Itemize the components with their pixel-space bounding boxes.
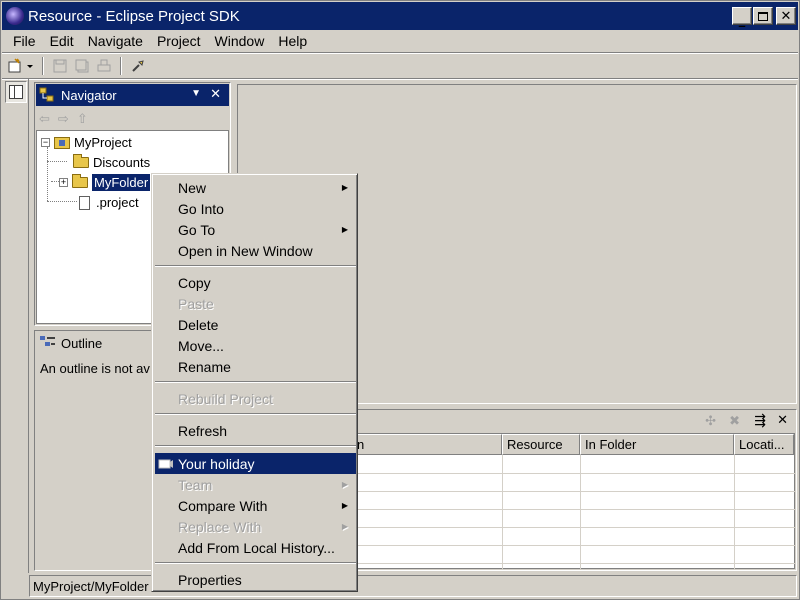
forward-arrow-icon[interactable]: ⇨ — [58, 111, 69, 127]
close-view-icon[interactable]: ✕ — [210, 86, 221, 102]
navigator-icon — [39, 87, 54, 102]
menu-help[interactable]: Help — [271, 33, 314, 49]
menu-item-go-to[interactable]: Go To ▶ — [155, 219, 356, 240]
menu-separator — [155, 265, 356, 267]
menu-item-copy[interactable]: Copy — [155, 272, 356, 293]
toolbar-separator — [120, 57, 122, 75]
submenu-arrow-icon: ▶ — [341, 225, 348, 234]
project-icon — [54, 136, 70, 149]
outline-message: An outline is not av — [40, 361, 150, 376]
new-wizard-icon — [8, 58, 33, 73]
menu-separator — [155, 381, 356, 383]
menu-item-properties[interactable]: Properties — [155, 569, 356, 590]
menu-bar: File Edit Navigate Project Window Help — [2, 30, 798, 52]
tree-item-myproject[interactable]: − MyProject — [41, 133, 132, 152]
file-icon — [79, 195, 90, 210]
menu-item-paste[interactable]: Paste — [155, 293, 356, 314]
context-menu: New ▶ Go Into Go To ▶ Open in New Window C… — [151, 173, 358, 592]
menu-item-rename[interactable]: Rename — [155, 356, 356, 377]
perspective-icon — [9, 85, 23, 99]
toolbar-separator — [42, 57, 44, 75]
save-all-icon — [75, 59, 89, 73]
new-wizard-button[interactable] — [6, 56, 36, 76]
submenu-arrow-icon: ▶ — [341, 480, 348, 489]
minimize-button[interactable]: _ — [732, 7, 752, 27]
flashlight-icon — [132, 60, 144, 72]
status-text: MyProject/MyFolder — [33, 578, 149, 594]
menu-project[interactable]: Project — [150, 33, 208, 49]
menu-item-go-into[interactable]: Go Into — [155, 198, 356, 219]
expand-icon[interactable]: + — [59, 178, 68, 187]
tree-item-label: Discounts — [93, 155, 151, 170]
menu-item-compare-with[interactable]: Compare With ▶ — [155, 495, 356, 516]
window-title: Resource - Eclipse Project SDK — [28, 7, 240, 25]
print-icon — [97, 59, 111, 72]
menu-navigate[interactable]: Navigate — [81, 33, 150, 49]
menu-separator — [155, 413, 356, 415]
menu-item-move[interactable]: Move... — [155, 335, 356, 356]
holiday-action-icon — [158, 459, 173, 468]
column-header-location[interactable]: Locati... — [734, 434, 794, 455]
toolbar — [2, 54, 798, 78]
close-button[interactable]: ✕ — [776, 7, 796, 25]
resource-perspective-button[interactable] — [5, 81, 27, 103]
navigator-toolbar: ⇦ ⇨ ⇧ — [39, 111, 88, 127]
menu-separator — [155, 445, 356, 447]
status-bar: MyProject/MyFolder — [29, 575, 797, 597]
menu-item-refresh[interactable]: Refresh — [155, 420, 356, 441]
up-arrow-icon[interactable]: ⇧ — [77, 111, 88, 127]
outline-icon — [40, 336, 55, 346]
filter-tasks-icon[interactable]: ⇶ — [754, 412, 766, 429]
tree-item-discounts[interactable]: Discounts — [73, 153, 150, 172]
menu-item-open-in-new-window[interactable]: Open in New Window — [155, 240, 356, 261]
menu-window[interactable]: Window — [208, 33, 272, 49]
save-icon — [53, 59, 67, 73]
tree-item-label: MyFolder — [92, 174, 151, 191]
menu-item-your-holiday[interactable]: Your holiday — [155, 453, 356, 474]
print-button[interactable] — [94, 56, 114, 76]
submenu-arrow-icon: ▶ — [341, 522, 348, 531]
tree-item-project-file[interactable]: .project — [77, 193, 139, 212]
folder-icon — [72, 174, 88, 188]
column-header-resource[interactable]: Resource — [502, 434, 580, 455]
eclipse-logo-icon — [6, 7, 24, 25]
submenu-arrow-icon: ▶ — [341, 183, 348, 192]
menu-item-team[interactable]: Team ▶ — [155, 474, 356, 495]
save-button[interactable] — [50, 56, 70, 76]
navigator-title: Navigator — [61, 87, 117, 103]
back-arrow-icon[interactable]: ⇦ — [39, 111, 50, 127]
toolbar-divider — [2, 78, 798, 80]
menu-item-delete[interactable]: Delete — [155, 314, 356, 335]
eclipse-window: Resource - Eclipse Project SDK _ ✕ File … — [0, 0, 800, 600]
collapse-icon[interactable]: − — [41, 138, 50, 147]
menu-file[interactable]: File — [6, 33, 43, 49]
perspective-bar — [3, 79, 29, 573]
menu-item-rebuild-project[interactable]: Rebuild Project — [155, 388, 356, 409]
close-tasks-view-icon[interactable]: ✕ — [777, 412, 788, 428]
search-button[interactable] — [128, 56, 148, 76]
menu-separator — [155, 562, 356, 564]
tree-item-myfolder[interactable]: + MyFolder — [59, 173, 151, 192]
save-all-button[interactable] — [72, 56, 92, 76]
view-menu-icon[interactable]: ▼ — [191, 88, 201, 99]
title-bar: Resource - Eclipse Project SDK _ ✕ — [2, 2, 798, 30]
column-header-in-folder[interactable]: In Folder — [580, 434, 734, 455]
folder-icon — [73, 154, 89, 168]
menu-item-new[interactable]: New ▶ — [155, 177, 356, 198]
navigator-title-bar[interactable]: Navigator ▼ ✕ — [36, 84, 229, 106]
menu-edit[interactable]: Edit — [43, 33, 81, 49]
submenu-arrow-icon: ▶ — [341, 501, 348, 510]
tree-item-label: .project — [96, 195, 139, 210]
maximize-button[interactable] — [753, 7, 773, 25]
menu-item-add-from-local-history[interactable]: Add From Local History... — [155, 537, 356, 558]
delete-task-icon[interactable]: ✖ — [729, 413, 740, 429]
tree-item-label: MyProject — [74, 135, 132, 150]
menu-item-replace-with[interactable]: Replace With ▶ — [155, 516, 356, 537]
add-task-icon[interactable]: ✣ — [705, 413, 716, 429]
outline-title: Outline — [61, 335, 103, 351]
